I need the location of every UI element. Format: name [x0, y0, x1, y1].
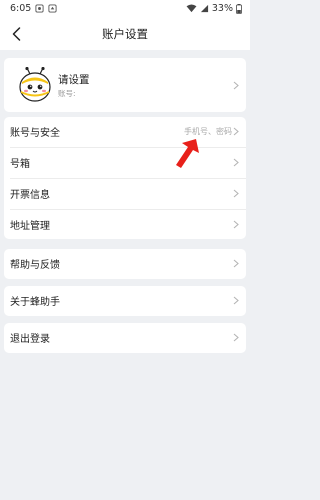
chevron-right-icon: [233, 158, 239, 167]
page-title: 账户设置: [102, 26, 148, 41]
about-label: 关于蜂助手: [10, 297, 60, 308]
account-security-hint: 手机号、密码: [184, 127, 232, 136]
profile-card[interactable]: 请设置 账号:: [4, 58, 246, 112]
help-feedback-item[interactable]: 帮助与反馈: [4, 249, 246, 278]
red-arrow-icon: [176, 139, 199, 168]
chevron-right-icon: [233, 189, 239, 198]
wifi-icon: [186, 4, 197, 13]
chevron-right-icon: [233, 259, 239, 268]
help-feedback-label: 帮助与反馈: [10, 260, 60, 271]
profile-name: 请设置: [58, 74, 90, 86]
logout-item[interactable]: 退出登录: [4, 323, 246, 352]
status-bar: 6:05 33%: [0, 0, 250, 17]
settings-group-3: 关于蜂助手: [4, 286, 246, 316]
account-label: 账号:: [58, 89, 76, 98]
chevron-left-icon: [12, 27, 20, 41]
chevron-right-icon: [233, 296, 239, 305]
settings-group-4: 退出登录: [4, 323, 246, 353]
notification-icon: [35, 4, 44, 13]
battery-level: 33%: [211, 3, 233, 14]
invoice-info-label: 开票信息: [10, 190, 50, 201]
chevron-right-icon: [233, 333, 239, 342]
chevron-right-icon: [233, 81, 239, 90]
nav-bar: 账户设置: [0, 17, 250, 50]
account-security-label: 账号与安全: [10, 128, 60, 139]
signal-icon: [200, 4, 208, 13]
address-management-label: 地址管理: [10, 221, 50, 232]
chevron-right-icon: [233, 220, 239, 229]
address-management-item[interactable]: 地址管理: [4, 210, 246, 239]
mailbox-item[interactable]: 号箱: [4, 148, 246, 177]
settings-group-1: 账号与安全 手机号、密码 号箱 开票信息 地址管理: [4, 117, 246, 239]
back-button[interactable]: [6, 24, 26, 44]
app-notification-icon: [48, 4, 57, 13]
battery-icon: [236, 3, 242, 14]
logout-label: 退出登录: [10, 334, 50, 345]
about-item[interactable]: 关于蜂助手: [4, 286, 246, 315]
settings-group-2: 帮助与反馈: [4, 249, 246, 279]
account-security-item[interactable]: 账号与安全 手机号、密码: [4, 117, 246, 146]
bee-avatar: [19, 67, 51, 102]
status-time: 6:05: [10, 3, 32, 14]
chevron-right-icon: [233, 127, 239, 136]
mailbox-label: 号箱: [10, 159, 30, 170]
invoice-info-item[interactable]: 开票信息: [4, 179, 246, 208]
